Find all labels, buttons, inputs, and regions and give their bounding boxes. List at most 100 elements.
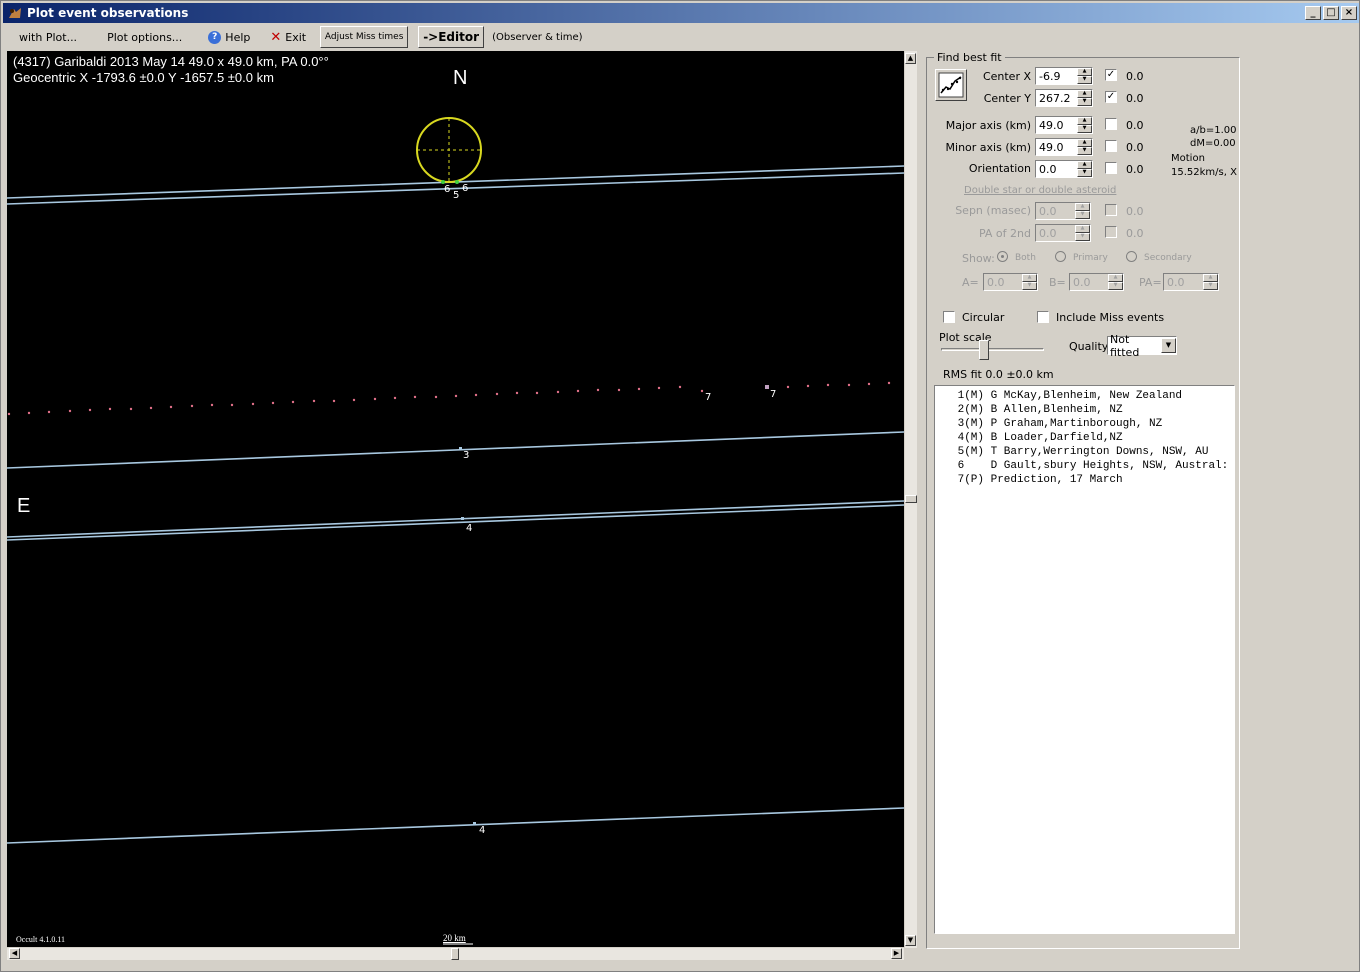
spin-up-icon: ▲	[1075, 225, 1090, 233]
observer-list[interactable]: 1(M) G McKay,Blenheim, New Zealand 2(M) …	[934, 385, 1235, 934]
spin-down-icon[interactable]: ▼	[1077, 76, 1092, 84]
center-x-value: -6.9	[1039, 69, 1061, 83]
center-x-input[interactable]: -6.9 ▲ ▼	[1035, 67, 1093, 85]
scale-label: 20 km	[443, 933, 466, 943]
list-item[interactable]: 1(M) G McKay,Blenheim, New Zealand	[951, 389, 1234, 403]
spin-down-icon: ▼	[1075, 233, 1090, 241]
close-button[interactable]: ×	[1341, 6, 1357, 20]
plot-title-line1: (4317) Garibaldi 2013 May 14 49.0 x 49.0…	[13, 54, 329, 69]
center-x-checkbox[interactable]: ✓	[1105, 69, 1117, 81]
pa-input[interactable]: 0.0 ▲ ▼	[1163, 273, 1219, 291]
b-input[interactable]: 0.0 ▲ ▼	[1069, 273, 1124, 291]
sepn-checkbox[interactable]	[1105, 204, 1117, 216]
vertical-scroll-thumb[interactable]	[905, 495, 917, 503]
list-item[interactable]: 3(M) P Graham,Martinborough, NZ	[951, 417, 1234, 431]
chord-label: 6	[444, 184, 451, 195]
show-both-radio[interactable]	[997, 251, 1008, 262]
spin-up-icon[interactable]: ▲	[1077, 161, 1092, 169]
spin-up-icon[interactable]: ▲	[1077, 68, 1092, 76]
plot-scale-slider-track[interactable]	[941, 348, 1044, 351]
include-miss-checkbox[interactable]	[1037, 311, 1049, 323]
spin-up-icon: ▲	[1203, 274, 1218, 282]
menu-help-label: Help	[225, 30, 251, 44]
show-secondary-radio[interactable]	[1126, 251, 1137, 262]
pa2-input[interactable]: 0.0 ▲ ▼	[1035, 224, 1091, 242]
motion-value: 15.52km/s, X	[1171, 167, 1237, 178]
spin-down-icon: ▼	[1022, 282, 1037, 290]
show-primary-radio[interactable]	[1055, 251, 1066, 262]
circular-checkbox[interactable]	[943, 311, 955, 323]
maximize-button[interactable]: □	[1323, 6, 1339, 20]
quality-select[interactable]: Not fitted ▼	[1107, 333, 1177, 359]
spin-up-icon: ▲	[1022, 274, 1037, 282]
orientation-label: Orientation	[968, 162, 1031, 175]
pa2-label: PA of 2nd	[978, 227, 1031, 240]
spin-up-icon[interactable]: ▲	[1077, 139, 1092, 147]
adjust-miss-times-button[interactable]: Adjust Miss times	[320, 26, 409, 48]
help-icon: ?	[208, 30, 222, 44]
spin-down-icon[interactable]: ▼	[1077, 98, 1092, 106]
center-y-input[interactable]: 267.2 ▲ ▼	[1035, 89, 1093, 107]
plot-canvas[interactable]: (4317) Garibaldi 2013 May 14 49.0 x 49.0…	[7, 51, 904, 947]
menu-plot-options[interactable]: Plot options...	[87, 26, 192, 48]
event-point	[455, 180, 459, 184]
minimize-button[interactable]: _	[1305, 6, 1321, 20]
menu-exit[interactable]: ✕ Exit	[260, 26, 316, 48]
menu-with-plot[interactable]: with Plot...	[3, 26, 87, 48]
vertical-scrollbar[interactable]: ▲ ▼	[905, 51, 917, 948]
list-item[interactable]: 4(M) B Loader,Darfield,NZ	[951, 431, 1234, 445]
orientation-checkbox[interactable]	[1105, 162, 1117, 174]
scroll-up-icon[interactable]: ▲	[905, 53, 916, 64]
prediction-path	[7, 381, 891, 416]
app-icon	[9, 8, 21, 18]
title-bar: Plot event observations _ □ ×	[3, 3, 1359, 23]
menu-help[interactable]: ? Help	[192, 26, 260, 48]
pa2-checkbox[interactable]	[1105, 226, 1117, 238]
quality-value: Not fitted	[1110, 332, 1140, 359]
minor-axis-input[interactable]: 49.0 ▲ ▼	[1035, 138, 1093, 156]
horizontal-scroll-thumb[interactable]	[451, 948, 459, 960]
orientation-uncertainty: 0.0	[1126, 163, 1144, 176]
orientation-input[interactable]: 0.0 ▲ ▼	[1035, 160, 1093, 178]
list-item[interactable]: 7(P) Prediction, 17 March	[951, 473, 1234, 487]
include-miss-label: Include Miss events	[1056, 311, 1165, 324]
list-item[interactable]: 2(M) B Allen,Blenheim, NZ	[951, 403, 1234, 417]
horizontal-scrollbar[interactable]: ◀ ▶	[7, 948, 904, 960]
list-item[interactable]: 6 D Gault,sbury Heights, NSW, Austral:	[951, 459, 1234, 473]
scroll-right-icon[interactable]: ▶	[891, 948, 902, 959]
major-axis-checkbox[interactable]	[1105, 118, 1117, 130]
center-x-label: Center X	[982, 70, 1031, 83]
minor-axis-label: Minor axis (km)	[945, 141, 1031, 154]
spin-down-icon[interactable]: ▼	[1077, 169, 1092, 177]
editor-button[interactable]: ->Editor	[418, 26, 485, 48]
center-x-uncertainty: 0.0	[1126, 70, 1144, 83]
show-primary-label: Primary	[1073, 253, 1108, 263]
spin-down-icon[interactable]: ▼	[1077, 125, 1092, 133]
version-label: Occult 4.1.0.11	[16, 935, 66, 944]
double-star-link[interactable]: Double star or double asteroid	[964, 185, 1116, 196]
scroll-down-icon[interactable]: ▼	[905, 935, 916, 946]
a-input[interactable]: 0.0 ▲ ▼	[983, 273, 1038, 291]
spin-up-icon[interactable]: ▲	[1077, 90, 1092, 98]
major-axis-input[interactable]: 49.0 ▲ ▼	[1035, 116, 1093, 134]
chevron-down-icon[interactable]: ▼	[1161, 338, 1176, 353]
chord-label: 6	[462, 183, 469, 194]
list-item[interactable]: 5(M) T Barry,Werrington Downs, NSW, AU	[951, 445, 1234, 459]
show-secondary-label: Secondary	[1144, 253, 1192, 263]
pa-label: PA=	[1139, 276, 1162, 289]
center-y-checkbox[interactable]: ✓	[1105, 91, 1117, 103]
chord-label: 7	[770, 389, 777, 400]
center-y-label: Center Y	[983, 92, 1031, 105]
prediction-marker	[765, 385, 769, 389]
plot-title-line2: Geocentric X -1793.6 ±0.0 Y -1657.5 ±0.0…	[13, 70, 274, 85]
minor-axis-checkbox[interactable]	[1105, 140, 1117, 152]
scroll-left-icon[interactable]: ◀	[9, 948, 20, 959]
chord-label: 4	[466, 523, 473, 534]
spin-down-icon[interactable]: ▼	[1077, 147, 1092, 155]
plot-scale-slider-thumb[interactable]	[979, 340, 989, 360]
a-label: A=	[962, 276, 979, 289]
spin-up-icon[interactable]: ▲	[1077, 117, 1092, 125]
ab-ratio: a/b=1.00	[1190, 125, 1237, 136]
sepn-input[interactable]: 0.0 ▲ ▼	[1035, 202, 1091, 220]
chord-label: 5	[453, 190, 460, 201]
